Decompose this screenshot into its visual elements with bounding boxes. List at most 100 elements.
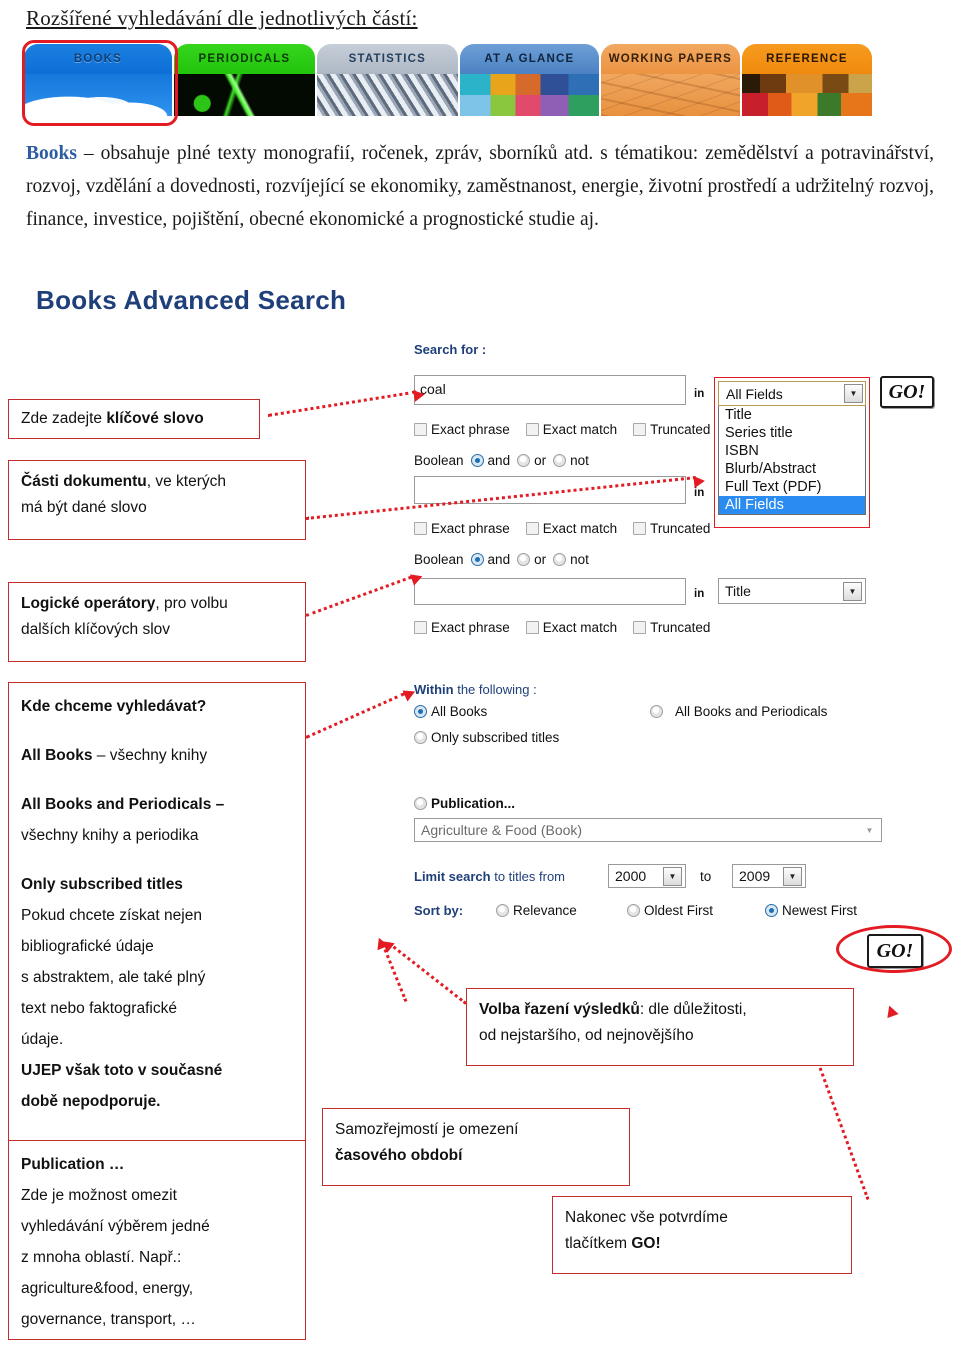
- radio-label: not: [570, 552, 589, 567]
- checkbox-exact-match-2[interactable]: Exact match: [525, 521, 617, 536]
- checkbox-row-2: Exact phrase Exact match Truncated: [414, 521, 710, 536]
- note-publication: Publication … Zde je možnost omezit vyhl…: [8, 1140, 306, 1340]
- search-query-input-2[interactable]: [414, 476, 686, 504]
- boolean-label-2: Boolean: [414, 552, 464, 567]
- search-query-input-3[interactable]: [414, 578, 686, 605]
- checkbox-label: Exact phrase: [431, 422, 510, 437]
- checkbox-label: Truncated: [650, 521, 711, 536]
- checkbox-exact-phrase-3[interactable]: Exact phrase: [414, 620, 510, 635]
- field-select-3[interactable]: Title ▼: [718, 578, 866, 604]
- tab-at-a-glance[interactable]: AT A GLANCE: [459, 44, 599, 116]
- publication-select-value: Agriculture & Food (Book): [421, 822, 583, 838]
- tab-statistics[interactable]: STATISTICS: [316, 44, 458, 116]
- checkbox-icon[interactable]: [633, 522, 647, 535]
- note-where-title: Kde chceme vyhledávat?: [21, 698, 207, 715]
- tab-reference[interactable]: REFERENCE: [741, 44, 873, 116]
- radio-label: All Books: [431, 704, 488, 719]
- radio-icon[interactable]: [470, 553, 484, 566]
- radio-all-books-and-periodicals[interactable]: All Books and Periodicals: [650, 704, 827, 719]
- tab-at-a-glance-image: [459, 74, 599, 116]
- note-keyword: Zde zadejte klíčové slovo: [8, 399, 260, 439]
- checkbox-exact-phrase-1[interactable]: Exact phrase: [414, 422, 510, 437]
- note-where-line-e: údaje.: [21, 1031, 64, 1048]
- checkbox-truncated-3[interactable]: Truncated: [633, 620, 710, 635]
- radio-boolean-not-2[interactable]: not: [553, 552, 589, 567]
- tab-statistics-image: [316, 74, 458, 116]
- radio-icon[interactable]: [470, 454, 484, 467]
- year-from-select[interactable]: 2000 ▼: [608, 864, 686, 888]
- tab-periodicals-image: [173, 74, 315, 116]
- radio-only-subscribed-titles[interactable]: Only subscribed titles: [414, 730, 559, 745]
- chevron-down-icon[interactable]: ▼: [861, 822, 878, 839]
- tab-working-papers[interactable]: WORKING PAPERS: [600, 44, 740, 116]
- note-boolean-line-1: Logické operátory, pro volbu: [21, 595, 228, 612]
- radio-icon[interactable]: [627, 904, 640, 917]
- radio-label: and: [487, 552, 511, 567]
- note-where-all-books: All Books – všechny knihy: [21, 747, 208, 764]
- arrow-head-parts: [693, 474, 706, 488]
- checkbox-icon[interactable]: [525, 423, 539, 436]
- note-period: Samozřejmostí je omezení časového období: [322, 1108, 630, 1186]
- radio-icon[interactable]: [496, 904, 509, 917]
- go-button-top[interactable]: GO!: [880, 376, 934, 408]
- checkbox-row-3: Exact phrase Exact match Truncated: [414, 620, 710, 635]
- note-publication-line-4: agriculture&food, energy,: [21, 1280, 194, 1297]
- chevron-down-icon[interactable]: ▼: [663, 866, 682, 886]
- radio-sort-newest-first[interactable]: Newest First: [765, 903, 857, 918]
- radio-all-books[interactable]: All Books: [414, 704, 487, 719]
- radio-boolean-or-1[interactable]: or: [517, 453, 546, 468]
- checkbox-exact-phrase-2[interactable]: Exact phrase: [414, 521, 510, 536]
- chevron-down-icon[interactable]: ▼: [783, 866, 802, 886]
- checkbox-icon[interactable]: [633, 621, 647, 634]
- note-confirm: Nakonec vše potvrdíme tlačítkem GO!: [552, 1196, 852, 1274]
- tab-at-a-glance-cap: AT A GLANCE: [459, 44, 599, 74]
- radio-publication[interactable]: Publication...: [414, 796, 515, 811]
- in-word-1: in: [694, 388, 705, 400]
- radio-sort-oldest-first[interactable]: Oldest First: [627, 903, 713, 918]
- checkbox-exact-match-1[interactable]: Exact match: [525, 422, 617, 437]
- chevron-down-icon[interactable]: ▼: [843, 581, 862, 601]
- radio-icon[interactable]: [517, 553, 531, 566]
- radio-label: Publication...: [431, 796, 516, 811]
- year-to-select[interactable]: 2009 ▼: [732, 864, 806, 888]
- checkbox-exact-match-3[interactable]: Exact match: [525, 620, 617, 635]
- radio-icon[interactable]: [414, 731, 427, 744]
- year-from-value: 2000: [615, 868, 647, 884]
- checkbox-truncated-2[interactable]: Truncated: [633, 521, 710, 536]
- radio-icon[interactable]: [765, 904, 778, 917]
- radio-boolean-and-1[interactable]: and: [470, 453, 510, 468]
- tab-periodicals-label: PERIODICALS: [198, 53, 291, 65]
- radio-icon[interactable]: [517, 454, 531, 467]
- radio-boolean-and-2[interactable]: and: [470, 552, 511, 567]
- publication-select[interactable]: Agriculture & Food (Book) ▼: [414, 818, 882, 842]
- note-keyword-text: Zde zadejte klíčové slovo: [21, 410, 204, 427]
- note-confirm-line-2: tlačítkem GO!: [565, 1235, 661, 1252]
- radio-icon[interactable]: [553, 454, 567, 467]
- checkbox-icon[interactable]: [525, 522, 539, 535]
- tab-periodicals[interactable]: PERIODICALS: [173, 44, 315, 116]
- arrow-head-keyword: [413, 388, 426, 402]
- checkbox-icon[interactable]: [525, 621, 539, 634]
- tab-statistics-label: STATISTICS: [348, 53, 427, 65]
- note-boolean: Logické operátory, pro volbu dalších klí…: [8, 582, 306, 662]
- radio-label: not: [570, 453, 589, 468]
- checkbox-icon[interactable]: [633, 423, 647, 436]
- radio-boolean-or-2[interactable]: or: [517, 552, 546, 567]
- radio-boolean-not-1[interactable]: not: [553, 453, 589, 468]
- checkbox-icon[interactable]: [414, 621, 427, 634]
- checkbox-truncated-1[interactable]: Truncated: [633, 422, 710, 437]
- checkbox-icon[interactable]: [414, 423, 427, 436]
- radio-icon[interactable]: [414, 797, 427, 810]
- note-where-to-search: Kde chceme vyhledávat? All Books – všech…: [8, 682, 306, 1145]
- radio-icon[interactable]: [414, 705, 427, 718]
- books-advanced-search-heading: Books Advanced Search: [36, 285, 347, 315]
- checkbox-row-1: Exact phrase Exact match Truncated: [414, 422, 710, 437]
- search-query-input-1[interactable]: coal: [414, 375, 686, 405]
- radio-icon[interactable]: [553, 553, 567, 566]
- intro-paragraph: Books – obsahuje plné texty monografií, …: [26, 137, 934, 236]
- radio-label: Relevance: [513, 903, 577, 918]
- radio-icon[interactable]: [650, 705, 663, 718]
- checkbox-icon[interactable]: [414, 522, 427, 535]
- radio-sort-relevance[interactable]: Relevance: [496, 903, 577, 918]
